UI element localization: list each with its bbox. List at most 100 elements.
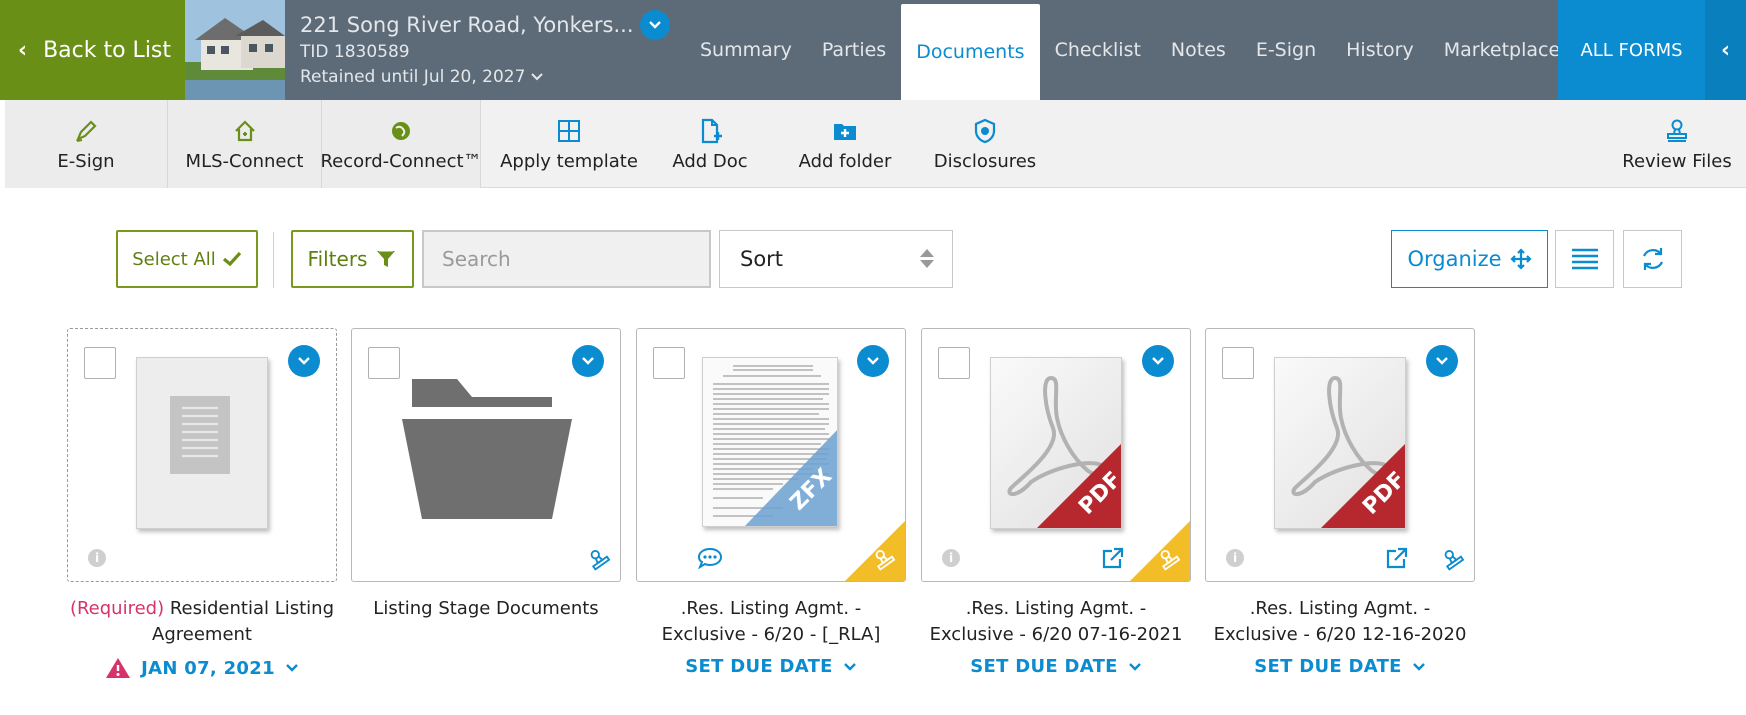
stamp-icon <box>1160 550 1181 571</box>
chevron-down-icon <box>648 21 661 29</box>
esign-tool-label: E-Sign <box>57 150 115 172</box>
chevron-down-icon <box>286 664 298 672</box>
controls-divider <box>273 232 274 288</box>
list-view-icon <box>1571 248 1598 270</box>
add-folder-button[interactable]: Add folder <box>780 100 910 188</box>
retained-until-text: Retained until Jul 20, 2027 <box>300 67 526 87</box>
chevron-left-icon: ‹ <box>1720 37 1731 63</box>
chevron-down-icon <box>1412 662 1425 671</box>
property-address-text: 221 Song River Road, Yonkers... <box>300 13 634 37</box>
add-doc-button[interactable]: Add Doc <box>660 100 760 188</box>
pen-icon <box>75 119 97 142</box>
chevron-down-icon <box>298 357 310 365</box>
info-icon: i <box>88 549 106 567</box>
tab-esign[interactable]: E-Sign <box>1241 0 1331 100</box>
document-checkbox[interactable] <box>84 347 116 379</box>
document-menu-button[interactable] <box>1142 345 1174 377</box>
blank-document-thumbnail <box>136 357 268 529</box>
required-tag: (Required) <box>69 598 165 619</box>
select-all-button[interactable]: Select All <box>116 230 258 288</box>
tab-checklist[interactable]: Checklist <box>1040 0 1156 100</box>
stamp-icon <box>590 550 611 571</box>
document-checkbox[interactable] <box>938 347 970 379</box>
add-doc-label: Add Doc <box>672 150 748 172</box>
disclosures-button[interactable]: Disclosures <box>915 100 1055 188</box>
stamp-icon <box>875 550 896 571</box>
set-due-date-dropdown[interactable]: SET DUE DATE <box>906 656 1206 677</box>
tab-history[interactable]: History <box>1331 0 1429 100</box>
list-view-button[interactable] <box>1555 230 1614 288</box>
back-to-list-button[interactable]: ‹ Back to List <box>0 0 185 100</box>
document-title[interactable]: Listing Stage Documents <box>336 596 636 622</box>
property-address: 221 Song River Road, Yonkers... <box>300 10 670 40</box>
document-title[interactable]: .Res. Listing Agmt. - Exclusive - 6/20 -… <box>621 596 921 648</box>
due-date-dropdown[interactable]: JAN 07, 2021 <box>52 656 352 680</box>
info-icon: i <box>1226 549 1244 567</box>
review-files-label: Review Files <box>1622 150 1732 172</box>
mls-connect-label: MLS-Connect <box>185 150 304 172</box>
chevron-down-icon <box>531 73 544 81</box>
filter-funnel-icon <box>377 250 396 267</box>
document-menu-button[interactable] <box>1426 345 1458 377</box>
house-connect-icon <box>234 119 255 141</box>
tab-documents[interactable]: Documents <box>901 4 1040 100</box>
set-due-date-dropdown[interactable]: SET DUE DATE <box>1190 656 1490 677</box>
tab-marketplace[interactable]: Marketplace <box>1429 0 1575 100</box>
document-title[interactable]: .Res. Listing Agmt. - Exclusive - 6/20 0… <box>906 596 1206 648</box>
apply-template-button[interactable]: Apply template <box>489 100 649 188</box>
info-icon: i <box>942 549 960 567</box>
document-title-line: Exclusive - 6/20 - [_RLA] <box>661 624 881 645</box>
document-menu-button[interactable] <box>857 345 889 377</box>
tab-notes[interactable]: Notes <box>1156 0 1241 100</box>
zfx-document-thumbnail: ZFX <box>702 357 838 527</box>
refresh-icon <box>1642 248 1663 270</box>
add-folder-icon <box>834 123 856 140</box>
document-card-required[interactable]: i <box>67 328 337 582</box>
document-card-zfx[interactable]: ZFX <box>636 328 906 582</box>
stamp-icon <box>1444 550 1465 571</box>
review-files-button[interactable]: Review Files <box>1613 100 1741 188</box>
tab-parties[interactable]: Parties <box>807 0 901 100</box>
document-card-pdf[interactable]: PDF i <box>921 328 1191 582</box>
chevron-down-icon <box>1436 357 1448 365</box>
document-checkbox[interactable] <box>653 347 685 379</box>
refresh-button[interactable] <box>1623 230 1682 288</box>
document-menu-button[interactable] <box>572 345 604 377</box>
external-link-icon[interactable] <box>1384 545 1410 571</box>
comment-icon[interactable] <box>697 547 723 569</box>
collapse-panel-button[interactable]: ‹ <box>1705 0 1746 100</box>
address-dropdown-button[interactable] <box>639 10 670 40</box>
transaction-tabs: Summary Parties Documents Checklist Note… <box>685 0 1575 100</box>
document-menu-button[interactable] <box>288 345 320 377</box>
set-due-date-dropdown[interactable]: SET DUE DATE <box>621 656 921 677</box>
shield-icon <box>974 118 996 143</box>
retained-until-dropdown[interactable]: Retained until Jul 20, 2027 <box>300 67 544 87</box>
record-connect-button[interactable]: Record-Connect™ <box>320 100 482 188</box>
external-link-icon[interactable] <box>1100 545 1126 571</box>
apply-template-label: Apply template <box>500 150 638 172</box>
add-folder-label: Add folder <box>798 150 892 172</box>
document-checkbox[interactable] <box>1222 347 1254 379</box>
esign-tool-button[interactable]: E-Sign <box>5 100 168 188</box>
folder-card[interactable] <box>351 328 621 582</box>
filters-label: Filters <box>307 247 368 271</box>
document-title[interactable]: .Res. Listing Agmt. - Exclusive - 6/20 1… <box>1190 596 1490 648</box>
document-checkbox[interactable] <box>368 347 400 379</box>
globe-connect-icon <box>392 121 410 140</box>
due-date-text: JAN 07, 2021 <box>141 657 275 679</box>
filters-button[interactable]: Filters <box>291 230 414 288</box>
all-forms-button[interactable]: ALL FORMS <box>1558 0 1705 100</box>
disclosures-label: Disclosures <box>933 150 1037 172</box>
organize-button[interactable]: Organize <box>1391 230 1548 288</box>
mls-connect-button[interactable]: MLS-Connect <box>168 100 322 188</box>
sort-select[interactable]: Sort <box>719 230 953 288</box>
search-input[interactable] <box>422 230 711 288</box>
stamp-icon <box>1667 119 1687 142</box>
move-arrows-icon <box>1509 248 1532 270</box>
tab-summary[interactable]: Summary <box>685 0 807 100</box>
document-title-line: Exclusive - 6/20 12-16-2020 <box>1213 624 1467 645</box>
document-title-line: .Res. Listing Agmt. - <box>965 598 1147 619</box>
document-title[interactable]: (Required) Residential Listing Agreement <box>52 596 352 648</box>
document-card-pdf[interactable]: PDF i <box>1205 328 1475 582</box>
document-title-line: Exclusive - 6/20 07-16-2021 <box>929 624 1183 645</box>
